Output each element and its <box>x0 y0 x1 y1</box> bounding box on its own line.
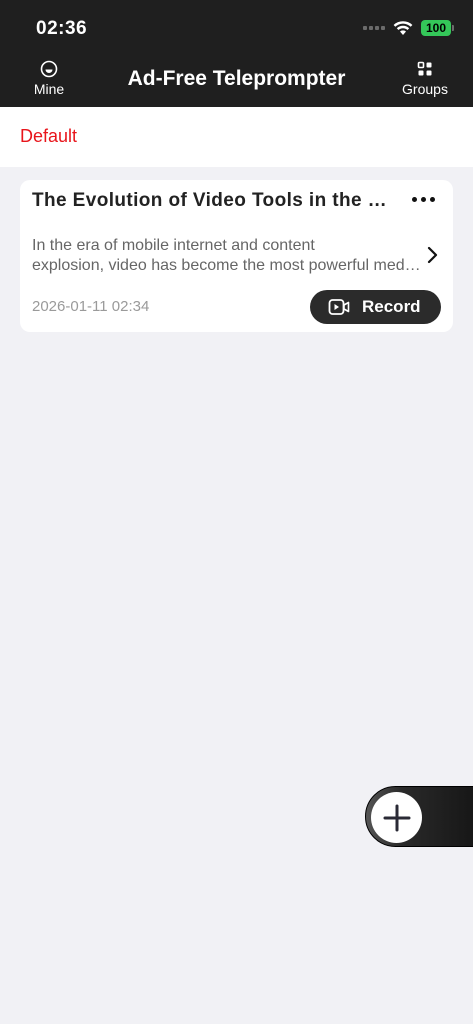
script-preview-line-1: In the era of mobile internet and conten… <box>32 237 315 254</box>
wifi-icon <box>393 21 413 35</box>
more-dots-icon[interactable] <box>409 190 437 208</box>
group-tab-default[interactable]: Default <box>20 126 77 147</box>
add-script-button[interactable] <box>365 786 473 847</box>
group-tab-bar: Default <box>0 107 473 167</box>
script-title: The Evolution of Video Tools in the Mobi… <box>32 190 392 211</box>
script-preview-line-2: explosion, video has become the most pow… <box>32 257 424 274</box>
video-camera-icon <box>328 299 350 315</box>
groups-label: Groups <box>402 81 448 97</box>
script-date: 2026-01-11 02:34 <box>32 298 150 315</box>
battery-indicator: 100 <box>421 20 454 36</box>
record-label: Record <box>362 297 421 316</box>
script-preview: In the era of mobile internet and conten… <box>32 236 424 278</box>
record-button[interactable]: Record <box>310 290 441 324</box>
status-icons: 100 <box>363 20 454 36</box>
chevron-right-icon[interactable] <box>425 246 439 264</box>
groups-button[interactable]: Groups <box>397 60 453 97</box>
top-bar: 02:36 100 Mine Ad-Free Teleprompter Grou… <box>0 0 473 107</box>
add-button-circle[interactable] <box>371 792 422 843</box>
status-time: 02:36 <box>36 18 88 39</box>
app-root: 02:36 100 Mine Ad-Free Teleprompter Grou… <box>0 0 473 1024</box>
script-card[interactable]: The Evolution of Video Tools in the Mobi… <box>20 180 453 332</box>
grid-icon <box>417 61 432 76</box>
signal-icon <box>363 26 385 30</box>
plus-icon <box>383 804 410 831</box>
